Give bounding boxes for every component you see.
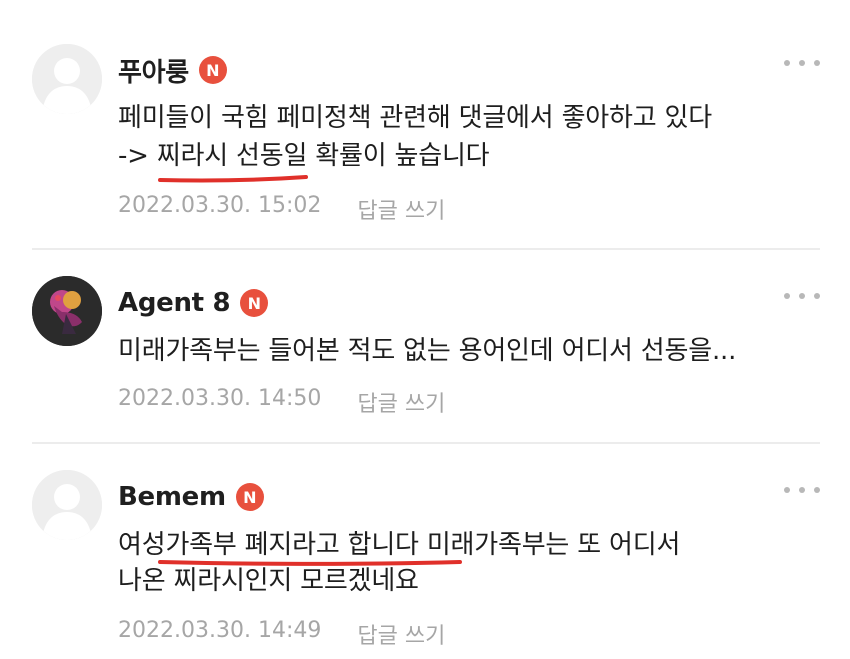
reply-button[interactable]: 답글 쓰기 xyxy=(357,618,445,650)
comment-author-row: Bemem N xyxy=(118,477,264,517)
more-dots-icon[interactable] xyxy=(784,483,820,497)
default-avatar-icon[interactable] xyxy=(32,470,102,540)
comment-timestamp: 2022.03.30. 14:49 xyxy=(118,618,322,643)
comment-meta: 2022.03.30. 14:49 답글 쓰기 xyxy=(118,618,445,650)
comment-text-line: 나온 찌라시인지 모르겠네요 xyxy=(118,566,419,596)
comment-item: Bemem N 여성가족부 폐지라고 합니다 미래가족부는 또 어디서 나온 찌… xyxy=(0,0,850,659)
comment-author[interactable]: Bemem xyxy=(118,482,226,512)
new-badge-icon: N xyxy=(235,483,264,511)
